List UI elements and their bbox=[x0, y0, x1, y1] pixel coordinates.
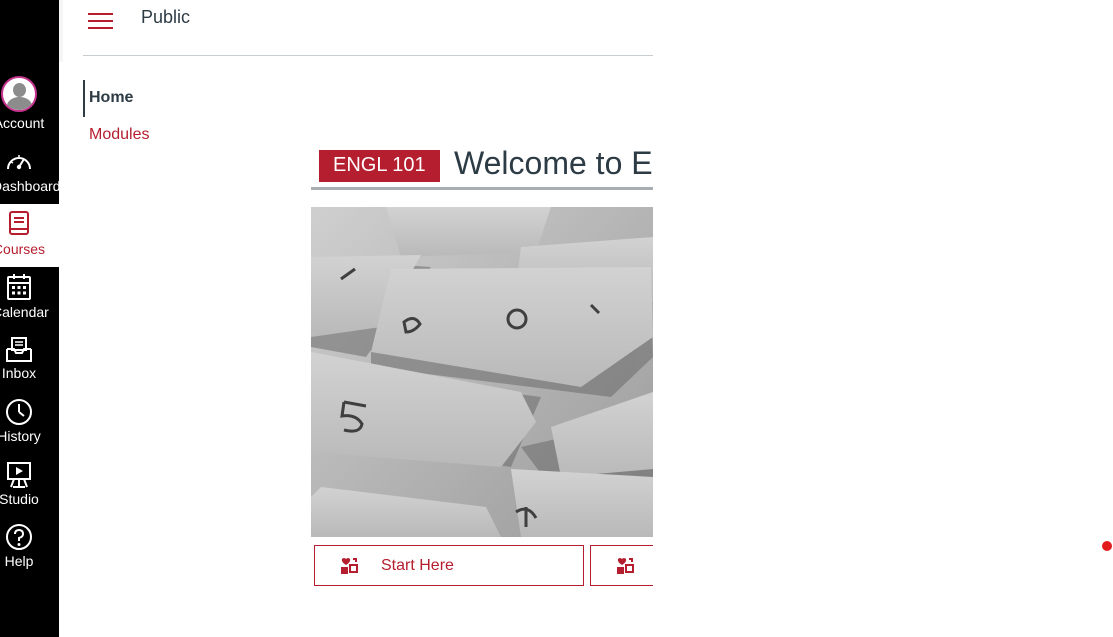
nav-help[interactable]: Help bbox=[0, 519, 59, 582]
nav-calendar[interactable]: Calendar bbox=[0, 267, 59, 330]
start-here-tile[interactable]: Start Here bbox=[314, 545, 584, 586]
breadcrumb[interactable]: Public bbox=[141, 7, 190, 28]
hamburger-menu-button[interactable] bbox=[88, 10, 114, 32]
studio-icon bbox=[4, 460, 34, 490]
page-title: Welcome to E bbox=[454, 145, 653, 181]
page-content: ENGL 101 Welcome to E Start Here bbox=[311, 140, 653, 600]
nav-studio[interactable]: Studio bbox=[0, 456, 59, 519]
nav-dashboard[interactable]: Dashboard bbox=[0, 141, 61, 204]
notification-dot[interactable] bbox=[1102, 541, 1112, 551]
puzzle-hearts-icon bbox=[341, 557, 358, 574]
nav-history[interactable]: History bbox=[0, 393, 59, 456]
module-tile[interactable] bbox=[590, 545, 653, 586]
page-banner: ENGL 101 Welcome to E bbox=[311, 140, 653, 190]
speedometer-icon bbox=[4, 147, 34, 177]
nav-inbox[interactable]: Inbox bbox=[0, 330, 59, 393]
nav-history-label: History bbox=[0, 428, 41, 444]
course-nav: Home Modules bbox=[83, 80, 263, 154]
nav-courses-label: Courses bbox=[0, 241, 46, 257]
header-divider bbox=[83, 55, 653, 56]
nav-account[interactable]: Account bbox=[0, 74, 59, 137]
start-here-label: Start Here bbox=[381, 556, 454, 574]
keyboard-hero-image bbox=[311, 207, 653, 537]
book-icon bbox=[4, 209, 34, 239]
nav-calendar-label: Calendar bbox=[0, 304, 49, 320]
puzzle-hearts-icon bbox=[617, 557, 634, 574]
global-nav: Account Dashboard Courses Calendar Inbox… bbox=[0, 0, 61, 637]
clock-icon bbox=[4, 397, 34, 427]
nav-inbox-label: Inbox bbox=[1, 365, 37, 381]
nav-dashboard-label: Dashboard bbox=[0, 178, 61, 194]
nav-scroll-edge bbox=[59, 0, 63, 62]
course-nav-modules[interactable]: Modules bbox=[83, 117, 263, 154]
course-code-badge: ENGL 101 bbox=[319, 150, 440, 182]
nav-account-label: Account bbox=[0, 115, 45, 131]
question-icon bbox=[4, 522, 34, 552]
calendar-icon bbox=[4, 272, 34, 302]
course-nav-home[interactable]: Home bbox=[83, 80, 263, 117]
nav-studio-label: Studio bbox=[0, 491, 39, 507]
inbox-icon bbox=[4, 334, 34, 364]
avatar bbox=[1, 76, 37, 112]
nav-courses[interactable]: Courses bbox=[0, 204, 59, 267]
nav-help-label: Help bbox=[4, 553, 34, 569]
